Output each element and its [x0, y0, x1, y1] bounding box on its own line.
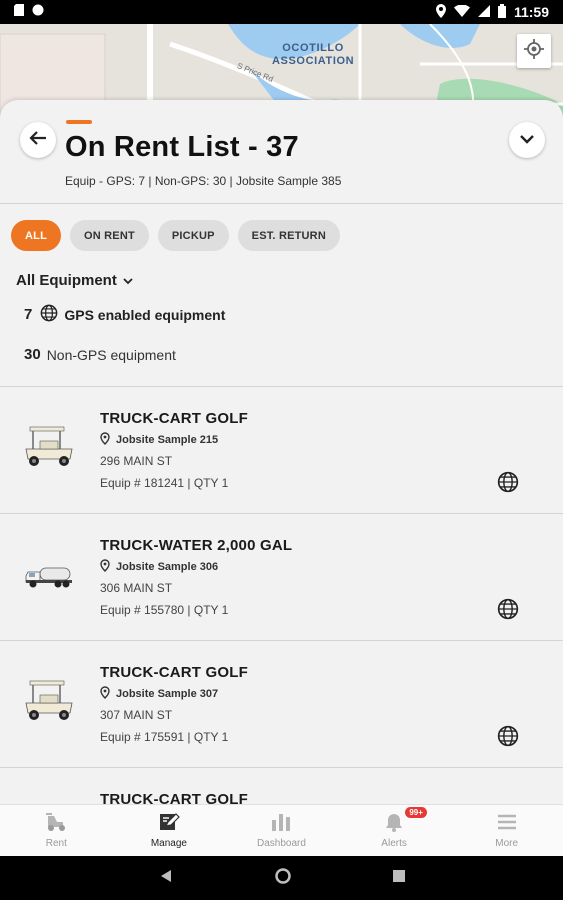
alerts-badge: 99+ — [405, 807, 427, 818]
nav-manage[interactable]: Manage — [113, 805, 226, 856]
recents-square-icon[interactable] — [392, 869, 405, 887]
nav-alerts[interactable]: 99+ Alerts — [338, 805, 451, 856]
status-filter-chips: ALL ON RENT PICKUP EST. RETURN — [11, 220, 340, 251]
back-button[interactable] — [20, 122, 56, 158]
golf-cart-image — [22, 677, 78, 727]
arrow-left-icon — [29, 130, 47, 151]
nav-manage-label: Manage — [150, 838, 187, 849]
location-pin-icon — [100, 686, 110, 702]
golf-cart-image — [22, 423, 78, 473]
list-item[interactable]: TRUCK-CART GOLF Jobsite Sample 307 307 M… — [0, 641, 563, 768]
list-item[interactable]: TRUCK-WATER 2,000 GAL Jobsite Sample 306… — [0, 514, 563, 641]
chip-pickup[interactable]: PICKUP — [157, 220, 229, 251]
location-pin-icon — [100, 432, 110, 448]
menu-icon — [496, 812, 518, 835]
gps-label: GPS enabled equipment — [64, 306, 226, 323]
status-bar: 11:59 — [0, 0, 563, 24]
chip-on-rent[interactable]: ON RENT — [69, 220, 149, 251]
nav-rent[interactable]: Rent — [0, 805, 113, 856]
battery-icon — [497, 3, 506, 21]
home-circle-icon[interactable] — [274, 867, 291, 889]
chevron-down-icon — [519, 131, 535, 149]
jobsite-address: 296 MAIN ST — [100, 454, 173, 468]
collapse-button[interactable] — [509, 122, 545, 158]
equipment-name: TRUCK-WATER 2,000 GAL — [100, 537, 293, 554]
equipment-name: TRUCK-CART GOLF — [100, 410, 248, 427]
location-pin-icon — [100, 559, 110, 575]
equipment-number: Equip # 181241 | QTY 1 — [100, 476, 229, 490]
on-rent-sheet: On Rent List - 37 Equip - GPS: 7 | Non-G… — [0, 100, 563, 804]
jobsite-address: 307 MAIN ST — [100, 708, 173, 722]
jobsite-row: Jobsite Sample 306 — [100, 559, 218, 575]
bell-icon — [384, 812, 404, 835]
globe-icon — [497, 598, 519, 625]
jobsite-name: Jobsite Sample 215 — [116, 434, 219, 446]
location-icon — [435, 3, 446, 21]
list-item[interactable]: TRUCK-CART GOLF — [0, 768, 563, 804]
globe-icon — [40, 304, 58, 325]
sd-card-icon — [14, 3, 24, 21]
globe-icon — [497, 725, 519, 752]
chip-est-return[interactable]: EST. RETURN — [237, 220, 340, 251]
status-time: 11:59 — [513, 4, 549, 20]
manage-icon — [158, 812, 180, 835]
crosshair-icon — [524, 38, 544, 64]
nav-rent-label: Rent — [45, 838, 67, 849]
equipment-name: TRUCK-CART GOLF — [100, 791, 248, 804]
equipment-name: TRUCK-CART GOLF — [100, 664, 248, 681]
chip-all[interactable]: ALL — [11, 220, 61, 251]
equipment-number: Equip # 175591 | QTY 1 — [100, 730, 229, 744]
jobsite-row: Jobsite Sample 307 — [100, 686, 218, 702]
non-gps-count: 30 — [24, 346, 41, 363]
non-gps-label: Non-GPS equipment — [46, 346, 176, 363]
nav-dashboard[interactable]: Dashboard — [225, 805, 338, 856]
gps-count: 7 — [24, 306, 33, 323]
equipment-number: Equip # 155780 | QTY 1 — [100, 603, 229, 617]
jobsite-name: Jobsite Sample 306 — [116, 561, 219, 573]
my-location-button[interactable] — [517, 34, 551, 68]
jobsite-name: Jobsite Sample 307 — [116, 688, 219, 700]
equipment-list: TRUCK-CART GOLF Jobsite Sample 215 296 M… — [0, 387, 563, 804]
bottom-navigation: Rent Manage Dashboard 99+ Alerts More — [0, 804, 563, 856]
rent-icon — [44, 812, 68, 835]
nav-dashboard-label: Dashboard — [257, 838, 306, 849]
back-triangle-icon[interactable] — [159, 869, 173, 888]
equipment-filter-dropdown[interactable]: All Equipment — [16, 272, 133, 289]
dashboard-icon — [270, 812, 292, 835]
nav-alerts-label: Alerts — [381, 838, 407, 849]
water-truck-image — [22, 550, 78, 600]
notification-dot-icon — [32, 3, 44, 21]
gps-summary[interactable]: 7 GPS enabled equipment — [24, 304, 225, 325]
nav-more-label: More — [495, 838, 519, 849]
map-area-label: OCOTILLO ASSOCIATION — [272, 42, 355, 67]
signal-icon — [477, 4, 490, 20]
sheet-header: On Rent List - 37 Equip - GPS: 7 | Non-G… — [0, 100, 563, 204]
chevron-down-icon — [123, 272, 133, 289]
globe-icon — [497, 471, 519, 498]
equipment-filter-label: All Equipment — [16, 272, 117, 289]
page-title: On Rent List - 37 — [65, 131, 299, 163]
sheet-drag-handle[interactable] — [66, 120, 92, 124]
page-subtitle: Equip - GPS: 7 | Non-GPS: 30 | Jobsite S… — [65, 174, 342, 188]
jobsite-address: 306 MAIN ST — [100, 581, 173, 595]
nav-more[interactable]: More — [450, 805, 563, 856]
wifi-icon — [453, 4, 470, 20]
system-navigation-bar — [0, 856, 563, 900]
jobsite-row: Jobsite Sample 215 — [100, 432, 218, 448]
non-gps-summary[interactable]: 30 Non-GPS equipment — [24, 346, 176, 363]
list-item[interactable]: TRUCK-CART GOLF Jobsite Sample 215 296 M… — [0, 387, 563, 514]
